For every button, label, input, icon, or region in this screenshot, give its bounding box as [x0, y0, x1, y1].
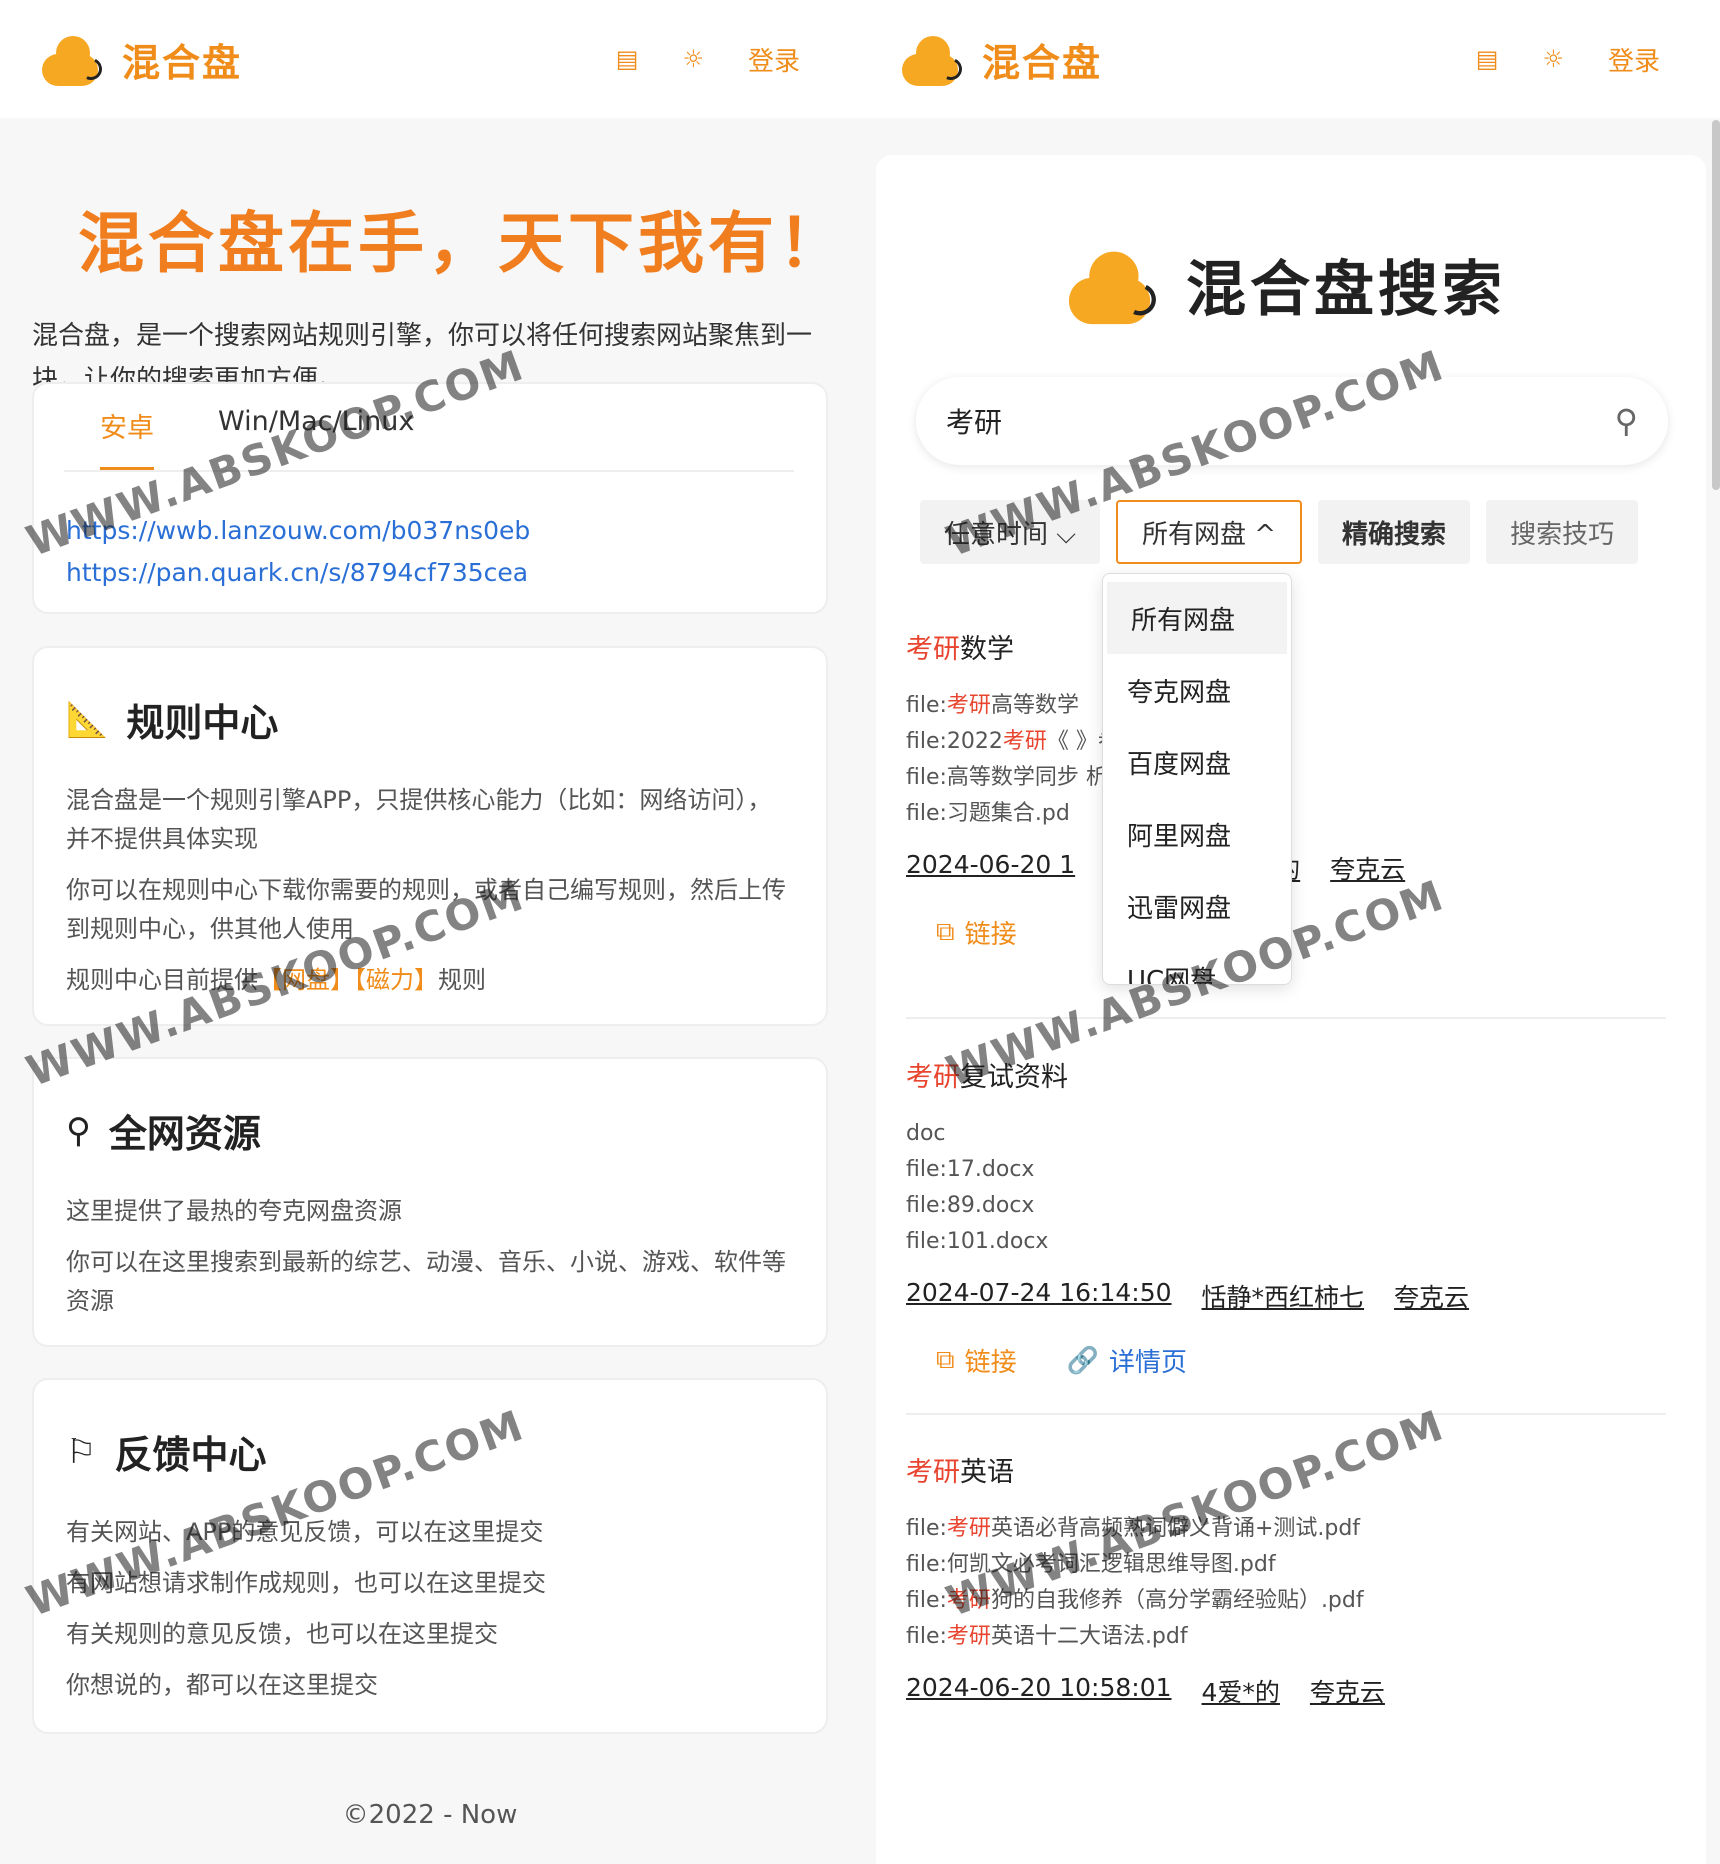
result-file: file:考研英语十二大语法.pdf [906, 1624, 1188, 1649]
disk-dropdown-menu: 所有网盘 夸克网盘 百度网盘 阿里网盘 迅雷网盘 UC网盘 [1102, 573, 1292, 985]
divider [906, 1017, 1666, 1019]
home-panel: 混合盘 ▤ ☼ 登录 混合盘在手，天下我有！ 混合盘，是一个搜索网站规则引擎，你… [0, 0, 860, 1864]
result-file: file:101.docx [906, 1229, 1049, 1254]
tab-desktop[interactable]: Win/Mac/Linux [218, 406, 414, 470]
rules-paragraph-1: 混合盘是一个规则引擎APP，只提供核心能力（比如：网络访问），并不提供具体实现 [66, 786, 772, 853]
copy-link-button[interactable]: ⧉ 链接 [936, 1342, 1017, 1379]
feedback-icon: ⚐ [66, 1431, 97, 1472]
feedback-item: 有关网站、APP的意见反馈，可以在这里提交 [66, 1518, 544, 1546]
logo-icon[interactable] [36, 30, 106, 88]
scrollbar[interactable] [1712, 120, 1720, 490]
result-source[interactable]: 夸克云 [1330, 850, 1405, 886]
copy-icon: ⧉ [936, 917, 955, 947]
copy-icon: ⧉ [936, 1345, 955, 1375]
result-item: 考研英语 file:考研英语必背高频熟词僻义背诵+测试.pdf file:何凯文… [906, 1450, 1666, 1709]
feedback-title: 反馈中心 [114, 1433, 267, 1477]
search-icon: ⚲ [66, 1110, 91, 1151]
tab-android[interactable]: 安卓 [100, 406, 154, 470]
search-container: 混合盘搜索 ⚲ 任意时间 ⌵ 所有网盘 ^ 精确搜索 搜索技巧 所有网盘 夸克网… [876, 155, 1706, 1864]
result-title[interactable]: 考研英语 [906, 1450, 1666, 1489]
result-user[interactable]: 4爱*的 [1202, 1673, 1280, 1709]
search-tips-button[interactable]: 搜索技巧 [1486, 500, 1639, 564]
result-file: doc [906, 1121, 946, 1146]
login-button[interactable]: 登录 [748, 41, 800, 78]
document-icon[interactable]: ▤ [1476, 45, 1499, 73]
result-file: file:考研狗的自我修养（高分学霸经验贴）.pdf [906, 1588, 1364, 1613]
resources-paragraph-1: 这里提供了最热的夸克网盘资源 [66, 1197, 402, 1225]
tag-netdisk[interactable]: 【网盘】 [258, 966, 354, 994]
filter-bar: 任意时间 ⌵ 所有网盘 ^ 精确搜索 搜索技巧 [920, 500, 1639, 564]
feedback-card: ⚐ 反馈中心 有关网站、APP的意见反馈，可以在这里提交 有网站想请求制作成规则… [32, 1378, 828, 1734]
result-file: file:何凯文必考词汇逻辑思维导图.pdf [906, 1552, 1276, 1577]
copy-link-button[interactable]: ⧉ 链接 [936, 914, 1017, 951]
result-source[interactable]: 夸克云 [1310, 1673, 1385, 1709]
platform-tabs: 安卓 Win/Mac/Linux [64, 384, 794, 472]
download-link-lanzou[interactable]: https://wwb.lanzouw.com/b037ns0eb [66, 510, 826, 552]
resources-card: ⚲ 全网资源 这里提供了最热的夸克网盘资源 你可以在这里搜索到最新的综艺、动漫、… [32, 1057, 828, 1347]
result-date[interactable]: 2024-06-20 1 [906, 850, 1075, 886]
ruler-icon: 📐 [66, 699, 109, 740]
download-link-quark[interactable]: https://pan.quark.cn/s/8794cf735cea [66, 552, 826, 594]
logo-icon [1060, 242, 1162, 326]
header: 混合盘 ▤ ☼ 登录 [0, 0, 860, 118]
time-filter-dropdown[interactable]: 任意时间 ⌵ [920, 500, 1100, 564]
resources-paragraph-2: 你可以在这里搜索到最新的综艺、动漫、音乐、小说、游戏、软件等资源 [66, 1248, 786, 1315]
feedback-item: 你想说的，都可以在这里提交 [66, 1671, 378, 1699]
result-date[interactable]: 2024-07-24 16:14:50 [906, 1278, 1172, 1314]
result-date[interactable]: 2024-06-20 10:58:01 [906, 1673, 1172, 1709]
disk-filter-dropdown[interactable]: 所有网盘 ^ [1115, 500, 1303, 564]
exact-search-button[interactable]: 精确搜索 [1318, 500, 1471, 564]
hero-title: 混合盘在手，天下我有！ [78, 205, 848, 282]
dropdown-option[interactable]: 迅雷网盘 [1103, 870, 1291, 942]
feedback-item: 有网站想请求制作成规则，也可以在这里提交 [66, 1569, 546, 1597]
result-file: file:17.docx [906, 1157, 1035, 1182]
dropdown-option[interactable]: 百度网盘 [1103, 726, 1291, 798]
feedback-item: 有关规则的意见反馈，也可以在这里提交 [66, 1620, 498, 1648]
search-bar[interactable]: ⚲ [916, 377, 1668, 465]
brand-name[interactable]: 混合盘 [982, 32, 1102, 87]
footer-copyright: ©2022 - Now [342, 1800, 518, 1830]
result-source[interactable]: 夸克云 [1394, 1278, 1469, 1314]
detail-page-link[interactable]: 🔗 详情页 [1067, 1342, 1187, 1379]
divider [906, 1413, 1666, 1415]
brand-name[interactable]: 混合盘 [122, 32, 242, 87]
login-button[interactable]: 登录 [1608, 41, 1660, 78]
theme-toggle-icon[interactable]: ☼ [682, 45, 704, 73]
document-icon[interactable]: ▤ [616, 45, 639, 73]
dropdown-option[interactable]: 阿里网盘 [1103, 798, 1291, 870]
search-input[interactable] [946, 404, 1615, 438]
tag-magnet[interactable]: 【磁力】 [354, 966, 438, 994]
dropdown-option[interactable]: 所有网盘 [1107, 582, 1287, 654]
rules-paragraph-3: 规则中心目前提供【网盘】【磁力】规则 [66, 966, 486, 994]
resources-title: 全网资源 [108, 1112, 261, 1156]
download-card: 安卓 Win/Mac/Linux https://wwb.lanzouw.com… [32, 382, 828, 614]
logo-icon[interactable] [896, 30, 966, 88]
dropdown-option[interactable]: UC网盘 [1103, 942, 1291, 985]
rules-card: 📐 规则中心 混合盘是一个规则引擎APP，只提供核心能力（比如：网络访问），并不… [32, 646, 828, 1026]
result-title[interactable]: 考研复试资料 [906, 1055, 1666, 1094]
link-icon: 🔗 [1066, 1345, 1099, 1376]
theme-toggle-icon[interactable]: ☼ [1542, 45, 1564, 73]
header: 混合盘 ▤ ☼ 登录 [860, 0, 1720, 118]
result-file: file:89.docx [906, 1193, 1035, 1218]
search-panel: 混合盘 ▤ ☼ 登录 混合盘搜索 ⚲ 任意时间 ⌵ 所有网盘 ^ 精确搜索 搜索… [860, 0, 1720, 1864]
result-item: 考研复试资料 doc file:17.docx file:89.docx fil… [906, 1055, 1666, 1379]
search-icon[interactable]: ⚲ [1615, 402, 1638, 440]
result-user[interactable]: 恬静*西红柿七 [1202, 1278, 1365, 1314]
rules-paragraph-2: 你可以在规则中心下载你需要的规则，或者自己编写规则，然后上传到规则中心，供其他人… [66, 876, 786, 943]
result-file: file:考研英语必背高频熟词僻义背诵+测试.pdf [906, 1516, 1361, 1541]
search-page-title: 混合盘搜索 [1186, 255, 1506, 325]
rules-title: 规则中心 [126, 701, 279, 745]
dropdown-option[interactable]: 夸克网盘 [1103, 654, 1291, 726]
